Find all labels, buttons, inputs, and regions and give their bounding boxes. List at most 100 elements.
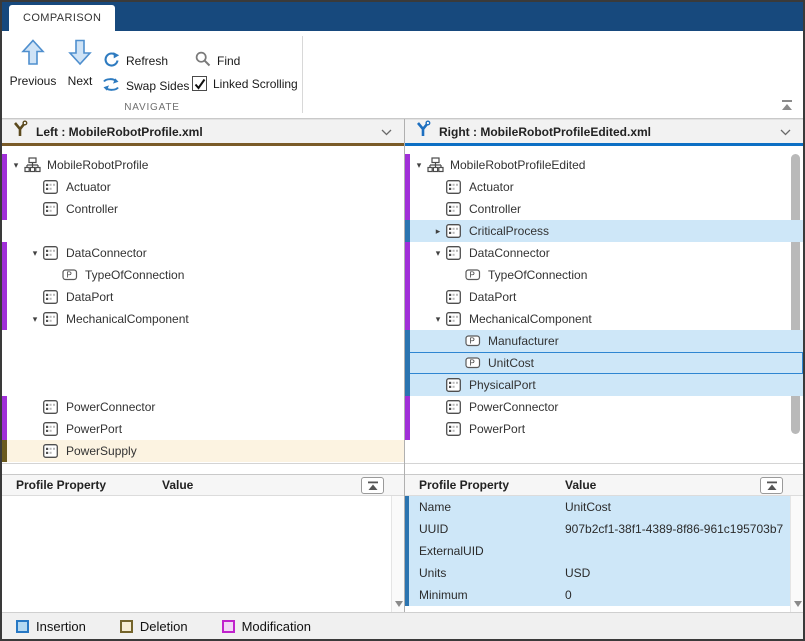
tree-item-mobilerobotprofile[interactable]: ▾MobileRobotProfile <box>2 154 404 176</box>
right-tree: ▾MobileRobotProfileEditedActuatorControl… <box>405 146 803 463</box>
diff-marker-insertion <box>405 352 410 374</box>
tree-item-label: TypeOfConnection <box>83 268 184 282</box>
expander-expanded-icon[interactable]: ▾ <box>430 314 446 325</box>
right-panel-gap <box>405 463 803 474</box>
tree-item-physicalport[interactable]: PhysicalPort <box>405 374 803 396</box>
diff-marker-modification <box>2 396 7 418</box>
diff-marker-modification <box>2 242 7 264</box>
tree-item-label: CriticalProcess <box>467 224 549 238</box>
diff-marker-modification <box>405 264 410 286</box>
diff-marker-insertion <box>405 220 410 242</box>
tree-item-typeofconnection[interactable]: PTypeOfConnection <box>405 264 803 286</box>
scroll-down-arrow[interactable] <box>794 601 802 607</box>
stereotype-icon <box>446 180 467 194</box>
tree-item-dataport[interactable]: DataPort <box>2 286 404 308</box>
property-name: Minimum <box>405 588 565 602</box>
scroll-down-arrow[interactable] <box>395 601 403 607</box>
tree-item-powersupply[interactable]: PowerSupply <box>2 440 404 462</box>
diff-marker-deletion <box>2 440 7 462</box>
tree-row-empty <box>2 374 404 396</box>
diff-marker-modification <box>405 418 410 440</box>
left-prop-scrollbar[interactable] <box>391 496 404 612</box>
search-icon <box>195 51 211 70</box>
property-row-name[interactable]: NameUnitCost <box>405 496 790 518</box>
property-icon: P <box>465 269 486 281</box>
comparison-panels: Left : MobileRobotProfile.xml ▾MobileRob… <box>2 119 803 612</box>
tree-item-mechanicalcomponent[interactable]: ▾MechanicalComponent <box>2 308 404 330</box>
expander-expanded-icon[interactable]: ▾ <box>27 248 43 259</box>
property-name: Units <box>405 566 565 580</box>
expander-expanded-icon[interactable]: ▾ <box>8 160 24 171</box>
stereotype-icon <box>43 422 64 436</box>
linked-scrolling-toggle[interactable]: Linked Scrolling <box>192 76 298 91</box>
navigate-section-label: NAVIGATE <box>2 102 302 113</box>
chevron-down-icon[interactable] <box>780 129 791 136</box>
tree-item-dataport[interactable]: DataPort <box>405 286 803 308</box>
tree-item-label: DataPort <box>467 290 516 304</box>
stereotype-icon <box>43 444 64 458</box>
stereotype-icon <box>446 290 467 304</box>
tree-item-dataconnector[interactable]: ▾DataConnector <box>2 242 404 264</box>
tree-item-label: PowerConnector <box>64 400 155 414</box>
expander-expanded-icon[interactable]: ▾ <box>411 160 427 171</box>
property-name: UUID <box>405 522 565 536</box>
tree-item-powerconnector[interactable]: PowerConnector <box>405 396 803 418</box>
property-row-uuid[interactable]: UUID907b2cf1-38f1-4389-8f86-961c195703b7 <box>405 518 790 540</box>
diff-marker-modification <box>2 154 7 176</box>
tree-item-label: DataConnector <box>467 246 550 260</box>
stereotype-icon <box>43 202 64 216</box>
left-pane-header[interactable]: Left : MobileRobotProfile.xml <box>2 119 404 143</box>
refresh-button[interactable]: Refresh <box>103 51 168 71</box>
legend-label: Insertion <box>36 619 86 634</box>
tree-item-label: MechanicalComponent <box>467 312 592 326</box>
tree-item-manufacturer[interactable]: PManufacturer <box>405 330 803 352</box>
tree-item-powerport[interactable]: PowerPort <box>2 418 404 440</box>
tree-item-controller[interactable]: Controller <box>405 198 803 220</box>
right-value-col-header: Value <box>565 478 596 492</box>
right-pane-title: Right : MobileRobotProfileEdited.xml <box>439 125 651 139</box>
tree-item-actuator[interactable]: Actuator <box>405 176 803 198</box>
diff-marker-modification <box>2 198 7 220</box>
property-row-units[interactable]: UnitsUSD <box>405 562 790 584</box>
left-value-col-header: Value <box>162 478 193 492</box>
swap-sides-label: Swap Sides <box>126 79 189 93</box>
property-value: 0 <box>565 588 572 602</box>
property-row-minimum[interactable]: Minimum0 <box>405 584 790 606</box>
tree-item-powerconnector[interactable]: PowerConnector <box>2 396 404 418</box>
collapse-table-button[interactable] <box>760 477 783 494</box>
expander-expanded-icon[interactable]: ▾ <box>430 248 446 259</box>
tree-item-controller[interactable]: Controller <box>2 198 404 220</box>
chevron-down-icon[interactable] <box>381 129 392 136</box>
legend-swatch-deletion <box>120 620 133 633</box>
linked-scrolling-checkbox[interactable] <box>192 76 207 91</box>
expander-collapsed-icon[interactable]: ▸ <box>430 226 446 237</box>
tree-item-powerport[interactable]: PowerPort <box>405 418 803 440</box>
find-button[interactable]: Find <box>195 51 240 70</box>
diff-marker-modification <box>405 154 410 176</box>
swap-sides-button[interactable]: Swap Sides <box>102 76 189 96</box>
tree-item-typeofconnection[interactable]: P TypeOfConnection <box>2 264 404 286</box>
collapse-ribbon-button[interactable] <box>780 100 794 111</box>
profile-icon <box>24 157 45 173</box>
diff-marker-modification <box>2 176 7 198</box>
tree-item-mechanicalcomponent[interactable]: ▾ MechanicalComponent <box>405 308 803 330</box>
next-button[interactable]: Next <box>58 39 102 88</box>
tree-item-unitcost[interactable]: PUnitCost <box>405 352 803 374</box>
tree-row-empty <box>2 330 404 352</box>
svg-text:P: P <box>67 271 72 280</box>
legend-swatch-insertion <box>16 620 29 633</box>
expander-expanded-icon[interactable]: ▾ <box>27 314 43 325</box>
right-pane-header[interactable]: Right : MobileRobotProfileEdited.xml <box>405 119 803 143</box>
tree-item-actuator[interactable]: Actuator <box>2 176 404 198</box>
tree-item-dataconnector[interactable]: ▾ DataConnector <box>405 242 803 264</box>
right-prop-scrollbar[interactable] <box>790 496 803 612</box>
collapse-table-button[interactable] <box>361 477 384 494</box>
tree-item-mobilerobotprofileedited[interactable]: ▾MobileRobotProfileEdited <box>405 154 803 176</box>
right-prop-body: NameUnitCostUUID907b2cf1-38f1-4389-8f86-… <box>405 496 803 612</box>
tree-item-criticalprocess[interactable]: ▸ CriticalProcess <box>405 220 803 242</box>
property-row-externaluid[interactable]: ExternalUID <box>405 540 790 562</box>
comparison-tool-window: COMPARISON Previous Next Refresh Swap S <box>0 0 805 641</box>
tab-comparison[interactable]: COMPARISON <box>9 5 115 31</box>
diff-marker-modification <box>2 418 7 440</box>
previous-button[interactable]: Previous <box>6 39 60 88</box>
